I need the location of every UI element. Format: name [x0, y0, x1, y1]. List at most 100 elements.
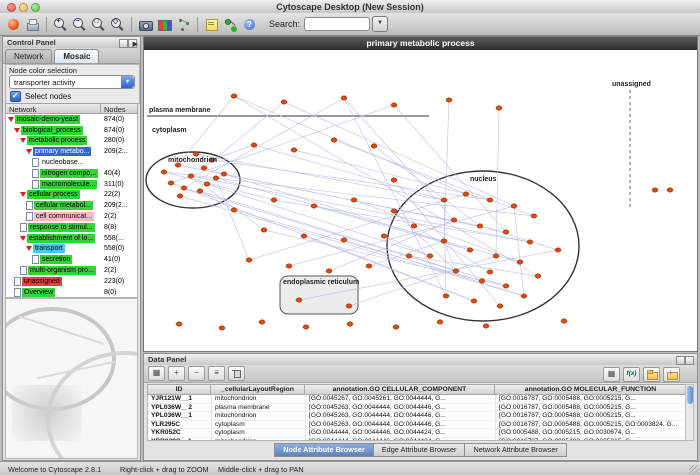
network-node[interactable]	[221, 172, 227, 176]
expander-icon[interactable]	[26, 246, 32, 251]
layout-icon[interactable]	[175, 16, 192, 33]
network-edge[interactable]	[374, 146, 480, 226]
expander-icon[interactable]	[26, 149, 32, 154]
tree-column-nodes[interactable]: Nodes	[101, 103, 138, 114]
network-edge[interactable]	[191, 176, 530, 242]
network-icon[interactable]	[222, 16, 239, 33]
network-node[interactable]	[193, 152, 199, 156]
network-node[interactable]	[667, 188, 673, 192]
annotation-icon[interactable]	[203, 16, 220, 33]
network-node[interactable]	[391, 209, 397, 213]
network-node[interactable]	[535, 274, 541, 278]
network-node[interactable]	[652, 188, 658, 192]
folder-open-icon[interactable]	[643, 367, 660, 382]
network-node[interactable]	[496, 106, 502, 110]
network-view-title[interactable]: primary metabolic process	[144, 37, 697, 50]
tree-row[interactable]: unassigned223(0)	[6, 276, 137, 287]
expander-icon[interactable]	[20, 236, 26, 241]
attribute-delete-icon[interactable]: −	[188, 366, 205, 381]
network-edge[interactable]	[234, 96, 466, 194]
network-node[interactable]	[391, 103, 397, 107]
tree-row[interactable]: macromolecule...311(0)	[6, 179, 137, 190]
network-node[interactable]	[477, 224, 483, 228]
network-node[interactable]	[441, 239, 447, 243]
snapshot-icon[interactable]	[137, 16, 154, 33]
birdseye-view[interactable]	[5, 298, 138, 459]
table-scrollbar[interactable]	[685, 384, 694, 441]
network-node[interactable]	[281, 100, 287, 104]
table-row[interactable]: YKR052Ccytoplasm[GO:0044444, GO:0044446,…	[148, 429, 686, 438]
tree-row[interactable]: establishment of lo...558(...	[6, 233, 137, 244]
tree-column-network[interactable]: Network	[5, 103, 101, 114]
network-node[interactable]	[197, 189, 203, 193]
tab-scroll-right-icon[interactable]: ▶	[133, 40, 138, 48]
table-row[interactable]: YJR121W__1mitochondrion[GO:0045267, GO:0…	[148, 395, 686, 404]
network-node[interactable]	[213, 176, 219, 180]
network-node[interactable]	[331, 138, 337, 142]
zoom-fit-icon[interactable]: ◇	[109, 16, 126, 33]
folder-import-icon[interactable]	[663, 367, 680, 382]
network-node[interactable]	[351, 198, 357, 202]
table-row[interactable]: YPL036W__2plasma membrane[GO:0045263, GO…	[148, 404, 686, 413]
network-node[interactable]	[479, 279, 485, 283]
search-input[interactable]	[304, 17, 370, 31]
network-node[interactable]	[371, 144, 377, 148]
tree-row[interactable]: nitrogen compo...40(4)	[6, 168, 137, 179]
network-node[interactable]	[188, 174, 194, 178]
network-node[interactable]	[286, 264, 292, 268]
network-node[interactable]	[347, 322, 353, 326]
expander-icon[interactable]	[20, 138, 26, 143]
scrollbar-thumb[interactable]	[687, 386, 693, 404]
network-node[interactable]	[411, 224, 417, 228]
network-edge[interactable]	[216, 178, 249, 260]
table-row[interactable]: YDR039C__1mitochondrion[GO:0044444, GO:0…	[148, 438, 686, 441]
network-node[interactable]	[393, 325, 399, 329]
column-cellular-component[interactable]: annotation.GO CELLULAR_COMPONENT	[305, 384, 495, 395]
network-node[interactable]	[391, 178, 397, 182]
network-node[interactable]	[446, 98, 452, 102]
tree-row[interactable]: cellular metabol...209(2...	[6, 200, 137, 211]
network-node[interactable]	[483, 324, 489, 328]
tree-row[interactable]: transport558(0)	[6, 244, 137, 255]
network-node[interactable]	[341, 96, 347, 100]
network-node[interactable]	[451, 218, 457, 222]
network-node[interactable]	[177, 194, 183, 198]
table-row[interactable]: YLR295Ccytoplasm[GO:0045263, GO:0044444,…	[148, 421, 686, 430]
tree-row[interactable]: mosaic-demo-yeast874(0)	[6, 114, 137, 125]
tree-row[interactable]: metabolic process280(0)	[6, 136, 137, 147]
tree-row[interactable]: multi-organism pro...2(2)	[6, 265, 137, 276]
network-edge[interactable]	[369, 241, 444, 266]
network-node[interactable]	[487, 198, 493, 202]
network-node[interactable]	[219, 326, 225, 330]
network-node[interactable]	[246, 258, 252, 262]
network-node[interactable]	[406, 254, 412, 258]
network-node[interactable]	[517, 260, 523, 264]
tree-row[interactable]: response to stimul...8(8)	[6, 222, 137, 233]
network-node[interactable]	[303, 325, 309, 329]
network-node[interactable]	[511, 204, 517, 208]
zoom-in-icon[interactable]: +	[52, 16, 69, 33]
attribute-select-icon[interactable]: ▦	[148, 366, 165, 381]
expander-icon[interactable]	[14, 128, 20, 133]
network-node[interactable]	[487, 270, 493, 274]
network-node[interactable]	[301, 234, 307, 238]
network-node[interactable]	[251, 143, 257, 147]
network-graph[interactable]: plasma membranecytoplasmmitochondrionnuc…	[144, 50, 697, 351]
network-node[interactable]	[176, 322, 182, 326]
network-node[interactable]	[346, 304, 352, 308]
network-node[interactable]	[381, 234, 387, 238]
network-node[interactable]	[467, 248, 473, 252]
network-node[interactable]	[471, 299, 477, 303]
network-node[interactable]	[443, 294, 449, 298]
network-node[interactable]	[168, 181, 174, 185]
tree-row[interactable]: cell communicat...2(2)	[6, 211, 137, 222]
tab-network[interactable]: Network	[5, 49, 52, 63]
tab-mosaic[interactable]: Mosaic	[54, 49, 99, 63]
network-edge[interactable]	[294, 150, 490, 200]
network-edge[interactable]	[200, 191, 506, 286]
network-node[interactable]	[259, 320, 265, 324]
network-node[interactable]	[291, 148, 297, 152]
search-options-dropdown[interactable]: ▼	[372, 16, 388, 32]
network-node[interactable]	[296, 298, 302, 302]
help-icon[interactable]: ?	[241, 16, 258, 33]
